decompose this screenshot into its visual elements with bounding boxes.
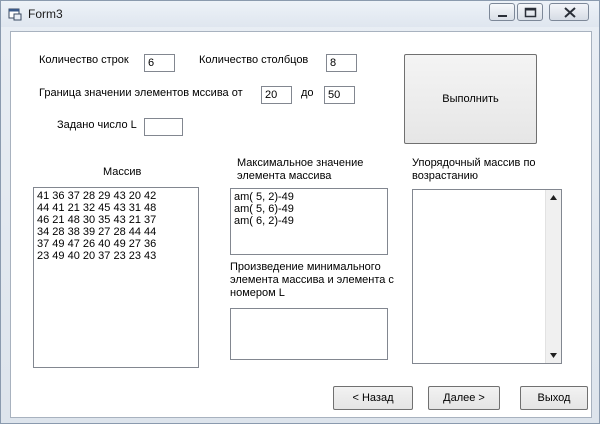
maximize-icon [524,7,537,18]
range-to-input[interactable] [324,86,355,104]
number-l-label: Задано число L [57,119,137,131]
number-l-input[interactable] [144,118,183,136]
array-row: 37 49 47 26 40 49 27 36 [37,238,157,250]
app-icon [8,8,22,21]
sorted-listbox[interactable] [412,189,562,364]
rows-input[interactable] [144,54,175,72]
minimize-icon [498,15,507,17]
max-listbox[interactable]: am( 5, 2)-49 am( 5, 6)-49 am( 6, 2)-49 [230,188,388,255]
next-button-label: Далее > [443,392,485,404]
max-label: Максимальное значение элемента массива [237,157,364,182]
cols-input[interactable] [326,54,357,72]
product-box[interactable] [230,308,388,360]
back-button[interactable]: < Назад [333,386,413,410]
array-row: 41 36 37 28 29 43 20 42 [37,190,157,202]
title-bar[interactable]: Form3 [1,1,599,27]
array-row: 23 49 40 20 37 23 23 43 [37,250,157,262]
range-from-input[interactable] [261,86,292,104]
execute-button-label: Выполнить [442,93,499,105]
form-client-area: Количество строк Количество столбцов Гра… [10,31,592,418]
product-label: Произведение минимального элемента масси… [230,261,394,299]
cols-label: Количество столбцов [199,54,309,66]
vertical-scrollbar[interactable] [545,190,561,363]
exit-button-label: Выход [537,392,571,404]
close-icon [564,7,576,18]
max-item: am( 5, 2)-49 [234,191,294,203]
minimize-button[interactable] [489,3,515,21]
rows-label: Количество строк [39,54,129,66]
array-row: 34 28 38 39 27 28 44 44 [37,226,157,238]
range-to-label: до [301,87,314,99]
close-button[interactable] [549,3,589,21]
array-label: Массив [103,166,142,178]
scroll-up-icon[interactable] [546,190,561,205]
maximize-button[interactable] [517,3,543,21]
back-button-label: < Назад [352,392,394,404]
exit-button[interactable]: Выход [520,386,588,410]
max-item: am( 6, 2)-49 [234,215,294,227]
execute-button[interactable]: Выполнить [404,54,537,144]
array-row: 46 21 48 30 35 43 21 37 [37,214,157,226]
next-button[interactable]: Далее > [428,386,500,410]
array-listbox[interactable]: 41 36 37 28 29 43 20 42 44 41 21 32 45 4… [33,187,199,368]
array-row: 44 41 21 32 45 43 31 48 [37,202,157,214]
window-title: Form3 [28,7,63,21]
max-item: am( 5, 6)-49 [234,203,294,215]
sorted-label: Упорядочный массив по возрастанию [412,157,536,182]
scroll-down-icon[interactable] [546,348,561,363]
form3-window: Form3 Количество строк Количество столбц… [0,0,600,424]
range-label: Граница значении элементов мссива от [39,87,243,99]
